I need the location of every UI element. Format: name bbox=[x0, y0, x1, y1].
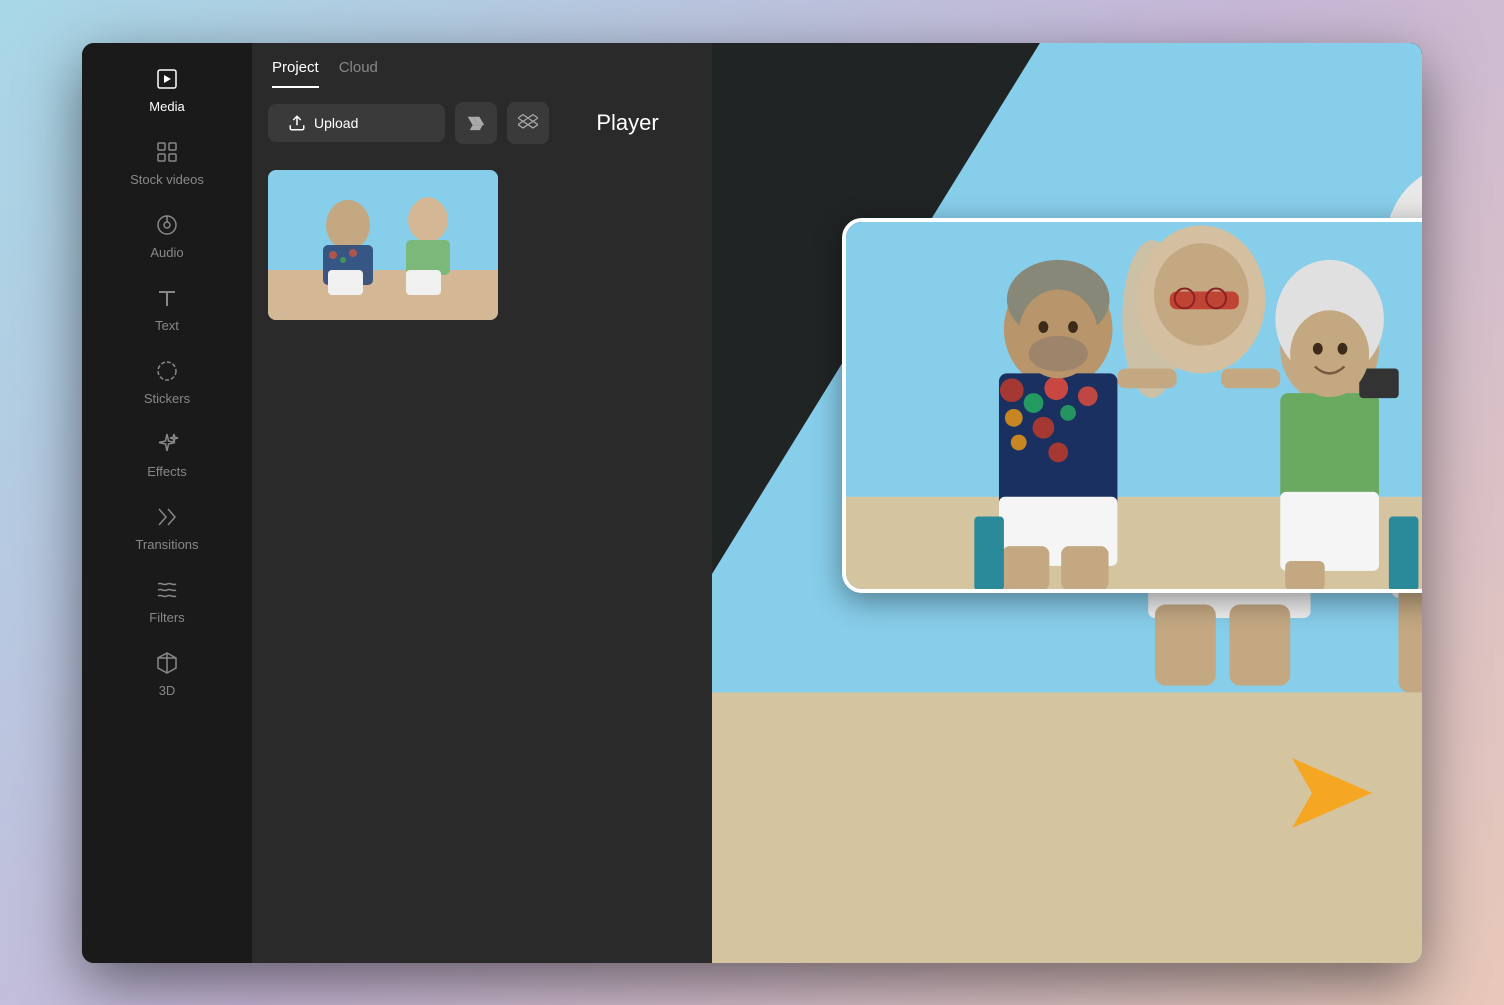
upload-label: Upload bbox=[314, 115, 358, 131]
sidebar-item-stickers[interactable]: Stickers bbox=[82, 345, 252, 418]
grid-icon bbox=[153, 138, 181, 166]
sidebar-item-text[interactable]: Text bbox=[82, 272, 252, 345]
sparkle-star-icon bbox=[153, 430, 181, 458]
cursor-arrow bbox=[1292, 758, 1372, 833]
transitions-icon bbox=[153, 503, 181, 531]
tab-project[interactable]: Project bbox=[272, 59, 319, 88]
sidebar: Media Stock videos bbox=[82, 43, 252, 963]
main-photo-image bbox=[846, 222, 1422, 589]
sidebar-effects-label: Effects bbox=[147, 464, 187, 479]
sidebar-media-label: Media bbox=[149, 99, 184, 114]
media-thumbnail-0[interactable] bbox=[268, 170, 498, 320]
media-library-panel: Project Cloud Upload bbox=[252, 43, 712, 963]
letter-t-icon bbox=[153, 284, 181, 312]
google-drive-icon bbox=[466, 113, 486, 133]
google-drive-button[interactable] bbox=[455, 102, 497, 144]
filters-icon bbox=[153, 576, 181, 604]
cursor-icon bbox=[1292, 758, 1372, 828]
sidebar-audio-label: Audio bbox=[150, 245, 183, 260]
tab-cloud[interactable]: Cloud bbox=[339, 59, 378, 88]
media-grid bbox=[252, 158, 712, 963]
sidebar-item-filters[interactable]: Filters bbox=[82, 564, 252, 637]
play-square-icon bbox=[153, 65, 181, 93]
thumbnail-image bbox=[268, 170, 498, 320]
player-area bbox=[712, 43, 1422, 963]
sidebar-item-3d[interactable]: 3D bbox=[82, 637, 252, 710]
cube-icon bbox=[153, 649, 181, 677]
player-label: Player bbox=[559, 110, 696, 136]
sidebar-item-media[interactable]: Media bbox=[82, 53, 252, 126]
dropbox-icon bbox=[518, 113, 538, 133]
sidebar-item-effects[interactable]: Effects bbox=[82, 418, 252, 491]
sidebar-item-stock-videos[interactable]: Stock videos bbox=[82, 126, 252, 199]
sidebar-item-transitions[interactable]: Transitions bbox=[82, 491, 252, 564]
dropbox-button[interactable] bbox=[507, 102, 549, 144]
upload-button[interactable]: Upload bbox=[268, 104, 445, 142]
main-photo-frame bbox=[842, 218, 1422, 593]
sidebar-stock-label: Stock videos bbox=[130, 172, 204, 187]
sidebar-filters-label: Filters bbox=[149, 610, 184, 625]
sidebar-transitions-label: Transitions bbox=[135, 537, 198, 552]
sidebar-text-label: Text bbox=[155, 318, 179, 333]
stickers-icon bbox=[153, 357, 181, 385]
sidebar-3d-label: 3D bbox=[159, 683, 176, 698]
sidebar-item-audio[interactable]: Audio bbox=[82, 199, 252, 272]
app-window: Media Stock videos bbox=[82, 43, 1422, 963]
media-tabs: Project Cloud bbox=[252, 43, 712, 88]
sidebar-stickers-label: Stickers bbox=[144, 391, 190, 406]
media-toolbar: Upload P bbox=[252, 88, 712, 158]
music-circle-icon bbox=[153, 211, 181, 239]
upload-icon bbox=[288, 114, 306, 132]
